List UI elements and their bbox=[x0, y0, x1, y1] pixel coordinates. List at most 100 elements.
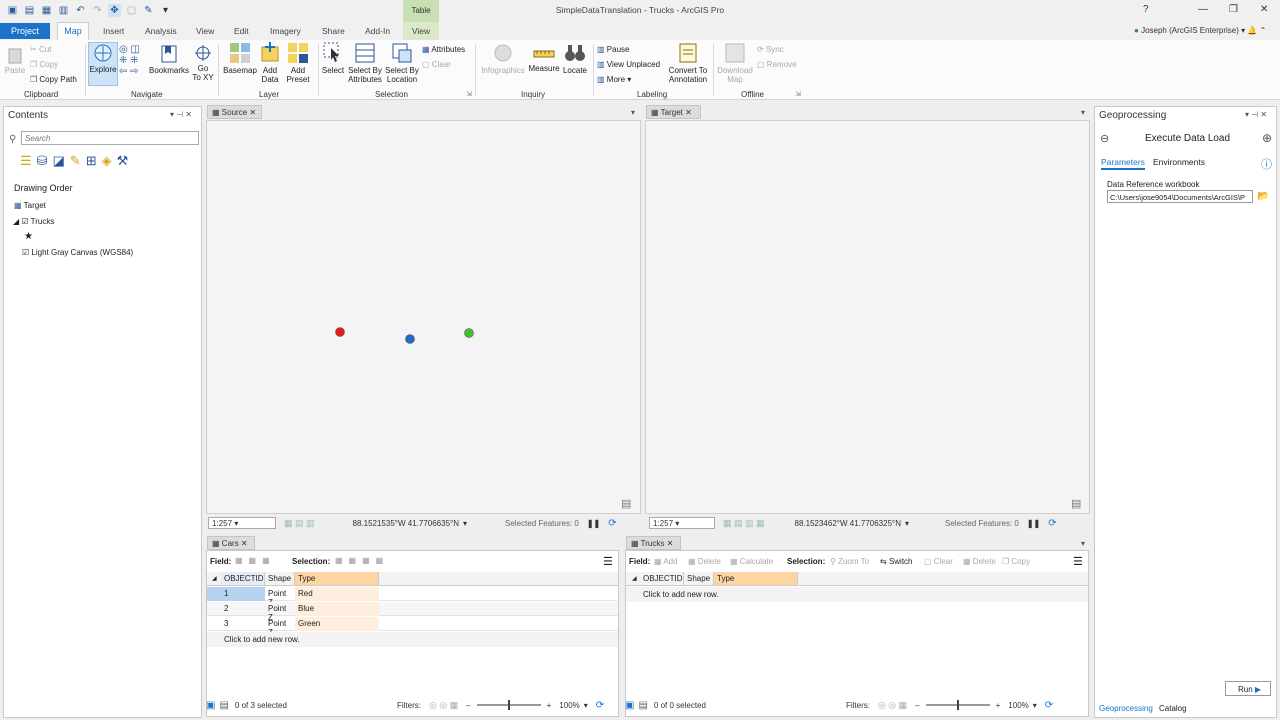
refresh-icon[interactable]: ⟳ bbox=[596, 700, 604, 711]
select-button[interactable]: Select bbox=[320, 42, 346, 75]
filter-icons[interactable]: ◎ ◎ ▦ bbox=[429, 700, 458, 711]
column-header-shape[interactable]: Shape bbox=[684, 572, 714, 585]
tab-analysis[interactable]: Analysis bbox=[145, 26, 177, 36]
tab-add-in[interactable]: Add-In bbox=[365, 26, 390, 36]
scale-selector[interactable]: 1:257 ▾ bbox=[208, 517, 276, 529]
copy-path-button[interactable]: ❐ Copy Path bbox=[30, 75, 77, 84]
pause-labeling-button[interactable]: ▥ Pause bbox=[597, 45, 629, 54]
cell-type[interactable]: Green bbox=[295, 617, 379, 631]
calculate-field-button[interactable]: ▦ Calculate bbox=[730, 557, 773, 566]
cell-type[interactable]: Blue bbox=[295, 602, 379, 616]
folder-browse-icon[interactable]: 📂 bbox=[1257, 191, 1269, 202]
pause-drawing-icon[interactable]: ❚❚ bbox=[587, 519, 600, 528]
tab-catalog-bottom[interactable]: Catalog bbox=[1159, 704, 1187, 713]
back-icon[interactable]: ⊖ bbox=[1100, 132, 1109, 145]
measure-button[interactable]: Measure bbox=[528, 44, 560, 73]
copy-button[interactable]: ❐ Copy bbox=[30, 60, 58, 69]
copy-selection-button[interactable]: ❐ Copy bbox=[1002, 557, 1030, 566]
column-header-type[interactable]: Type bbox=[714, 572, 798, 585]
selection-view-icon[interactable]: ◪ bbox=[53, 153, 70, 168]
help-button[interactable]: ? bbox=[1143, 4, 1149, 15]
run-button[interactable]: Run ▶ bbox=[1225, 681, 1271, 696]
more-labeling-button[interactable]: ▥ More ▾ bbox=[597, 75, 631, 84]
select-by-attributes-button[interactable]: Select By Attributes bbox=[347, 42, 383, 84]
minimize-button[interactable]: — bbox=[1198, 4, 1208, 15]
tab-edit[interactable]: Edit bbox=[234, 26, 249, 36]
remove-button[interactable]: ▢ Remove bbox=[757, 60, 797, 69]
select-by-location-button[interactable]: Select By Location bbox=[385, 42, 419, 84]
show-selected-records-icon[interactable]: ▤ bbox=[219, 700, 228, 711]
pane-options-icon[interactable]: ▾ ⊣ ✕ bbox=[1245, 110, 1267, 119]
labeling-view-icon[interactable]: ◈ bbox=[102, 153, 117, 168]
scale-selector[interactable]: 1:257 ▾ bbox=[649, 517, 715, 529]
layer-item-trucks[interactable]: ◢ ☑ Trucks bbox=[13, 217, 54, 226]
point-symbol-icon[interactable]: ★ bbox=[24, 231, 33, 242]
contents-search-input[interactable] bbox=[21, 131, 199, 145]
navigate-tools-icon[interactable]: ◎ ◫ ⁜ ⁜ ⇦ ⇨ bbox=[119, 44, 140, 77]
zoom-out-icon[interactable]: – bbox=[915, 701, 919, 710]
locate-button[interactable]: Locate bbox=[562, 42, 588, 75]
delete-field-button[interactable]: ▦ Delete bbox=[688, 557, 721, 566]
user-account[interactable]: ● Joseph (ArcGIS Enterprise) ▾ 🔔 ⌃ bbox=[1134, 26, 1266, 35]
go-to-xy-button[interactable]: Go To XY bbox=[192, 44, 214, 82]
bookmarks-button[interactable]: Bookmarks bbox=[148, 44, 190, 75]
filter-icon[interactable]: ⚲ bbox=[9, 134, 16, 145]
source-map-canvas[interactable] bbox=[207, 121, 640, 513]
zoom-dropdown-icon[interactable]: ▾ bbox=[584, 701, 588, 710]
checkbox-checked-icon[interactable]: ☑ bbox=[21, 217, 28, 226]
map-tab-menu-icon[interactable]: ▾ bbox=[1081, 108, 1085, 117]
map-overview-icon[interactable]: ▤ bbox=[621, 497, 631, 510]
table-tab-trucks[interactable]: ▦ Trucks ✕ bbox=[626, 536, 681, 550]
zoom-out-icon[interactable]: – bbox=[466, 701, 470, 710]
tab-share[interactable]: Share bbox=[322, 26, 345, 36]
clear-selection-button[interactable]: ▢ Clear bbox=[422, 60, 451, 69]
attributes-button[interactable]: ▦ Attributes bbox=[422, 45, 465, 54]
tab-imagery[interactable]: Imagery bbox=[270, 26, 301, 36]
expand-ribbon-icon[interactable]: ⌃ bbox=[1260, 26, 1267, 35]
source-map-view[interactable]: ▤ bbox=[206, 120, 641, 514]
workbook-path-input[interactable]: C:\Users\jose9054\Documents\ArcGIS\P bbox=[1107, 190, 1253, 203]
cut-button[interactable]: ✂ Cut bbox=[30, 45, 51, 54]
add-new-row[interactable]: Click to add new row. bbox=[221, 633, 421, 647]
collapse-arrow-icon[interactable]: ◢ bbox=[13, 217, 19, 226]
table-tab-menu-icon[interactable]: ▾ bbox=[1081, 539, 1085, 548]
target-map-view[interactable]: ▤ bbox=[645, 120, 1090, 514]
show-all-records-icon[interactable]: ▣ bbox=[625, 700, 634, 711]
zoom-slider-thumb[interactable] bbox=[956, 700, 959, 710]
zoom-slider[interactable] bbox=[925, 700, 990, 710]
snapping-view-icon[interactable]: ⊞ bbox=[86, 153, 102, 168]
cell-objectid[interactable]: 3 bbox=[221, 617, 265, 631]
paste-button[interactable]: Paste bbox=[4, 46, 26, 75]
pane-options-icon[interactable]: ▾ ⊣ ✕ bbox=[170, 110, 192, 119]
map-overview-icon[interactable]: ▤ bbox=[1071, 497, 1081, 510]
delete-selection-button[interactable]: ▦ Delete bbox=[963, 557, 996, 566]
zoom-dropdown-icon[interactable]: ▾ bbox=[1033, 701, 1037, 710]
close-tab-icon[interactable]: ✕ bbox=[241, 539, 248, 548]
selection-dialog-launcher-icon[interactable]: ⇲ bbox=[466, 90, 472, 98]
tab-environments[interactable]: Environments bbox=[1153, 157, 1205, 167]
zoom-to-button[interactable]: ⚲ Zoom To bbox=[830, 557, 869, 566]
pause-drawing-icon[interactable]: ❚❚ bbox=[1027, 519, 1040, 528]
perspective-icon[interactable]: ⚒ bbox=[117, 153, 134, 168]
add-preset-button[interactable]: Add Preset bbox=[285, 42, 311, 84]
coord-format-dropdown-icon[interactable]: ▾ bbox=[905, 519, 909, 528]
table-menu-icon[interactable]: ☰ bbox=[603, 555, 613, 568]
cell-type[interactable]: Red bbox=[295, 587, 379, 601]
column-header-objectid[interactable]: OBJECTID bbox=[221, 572, 265, 585]
show-all-records-icon[interactable]: ▣ bbox=[206, 700, 215, 711]
add-data-button[interactable]: Add Data bbox=[258, 42, 282, 84]
tab-map[interactable]: Map bbox=[57, 22, 89, 40]
refresh-icon[interactable]: ⟳ bbox=[608, 518, 616, 529]
tab-view[interactable]: View bbox=[196, 26, 214, 36]
show-selected-records-icon[interactable]: ▤ bbox=[638, 700, 647, 711]
map-item-target[interactable]: ▦ Target bbox=[14, 201, 46, 210]
explore-button[interactable]: Explore bbox=[88, 42, 118, 86]
offline-dialog-launcher-icon[interactable]: ⇲ bbox=[795, 90, 801, 98]
layer-item-basemap[interactable]: ☑ Light Gray Canvas (WGS84) bbox=[22, 248, 133, 257]
tab-geoprocessing-bottom[interactable]: Geoprocessing bbox=[1099, 704, 1153, 713]
sync-button[interactable]: ⟳ Sync bbox=[757, 45, 784, 54]
row-selector[interactable] bbox=[207, 587, 221, 601]
infographics-button[interactable]: Infographics bbox=[479, 42, 527, 75]
restore-button[interactable]: ❐ bbox=[1229, 4, 1238, 15]
download-map-button[interactable]: Download Map bbox=[716, 42, 754, 84]
